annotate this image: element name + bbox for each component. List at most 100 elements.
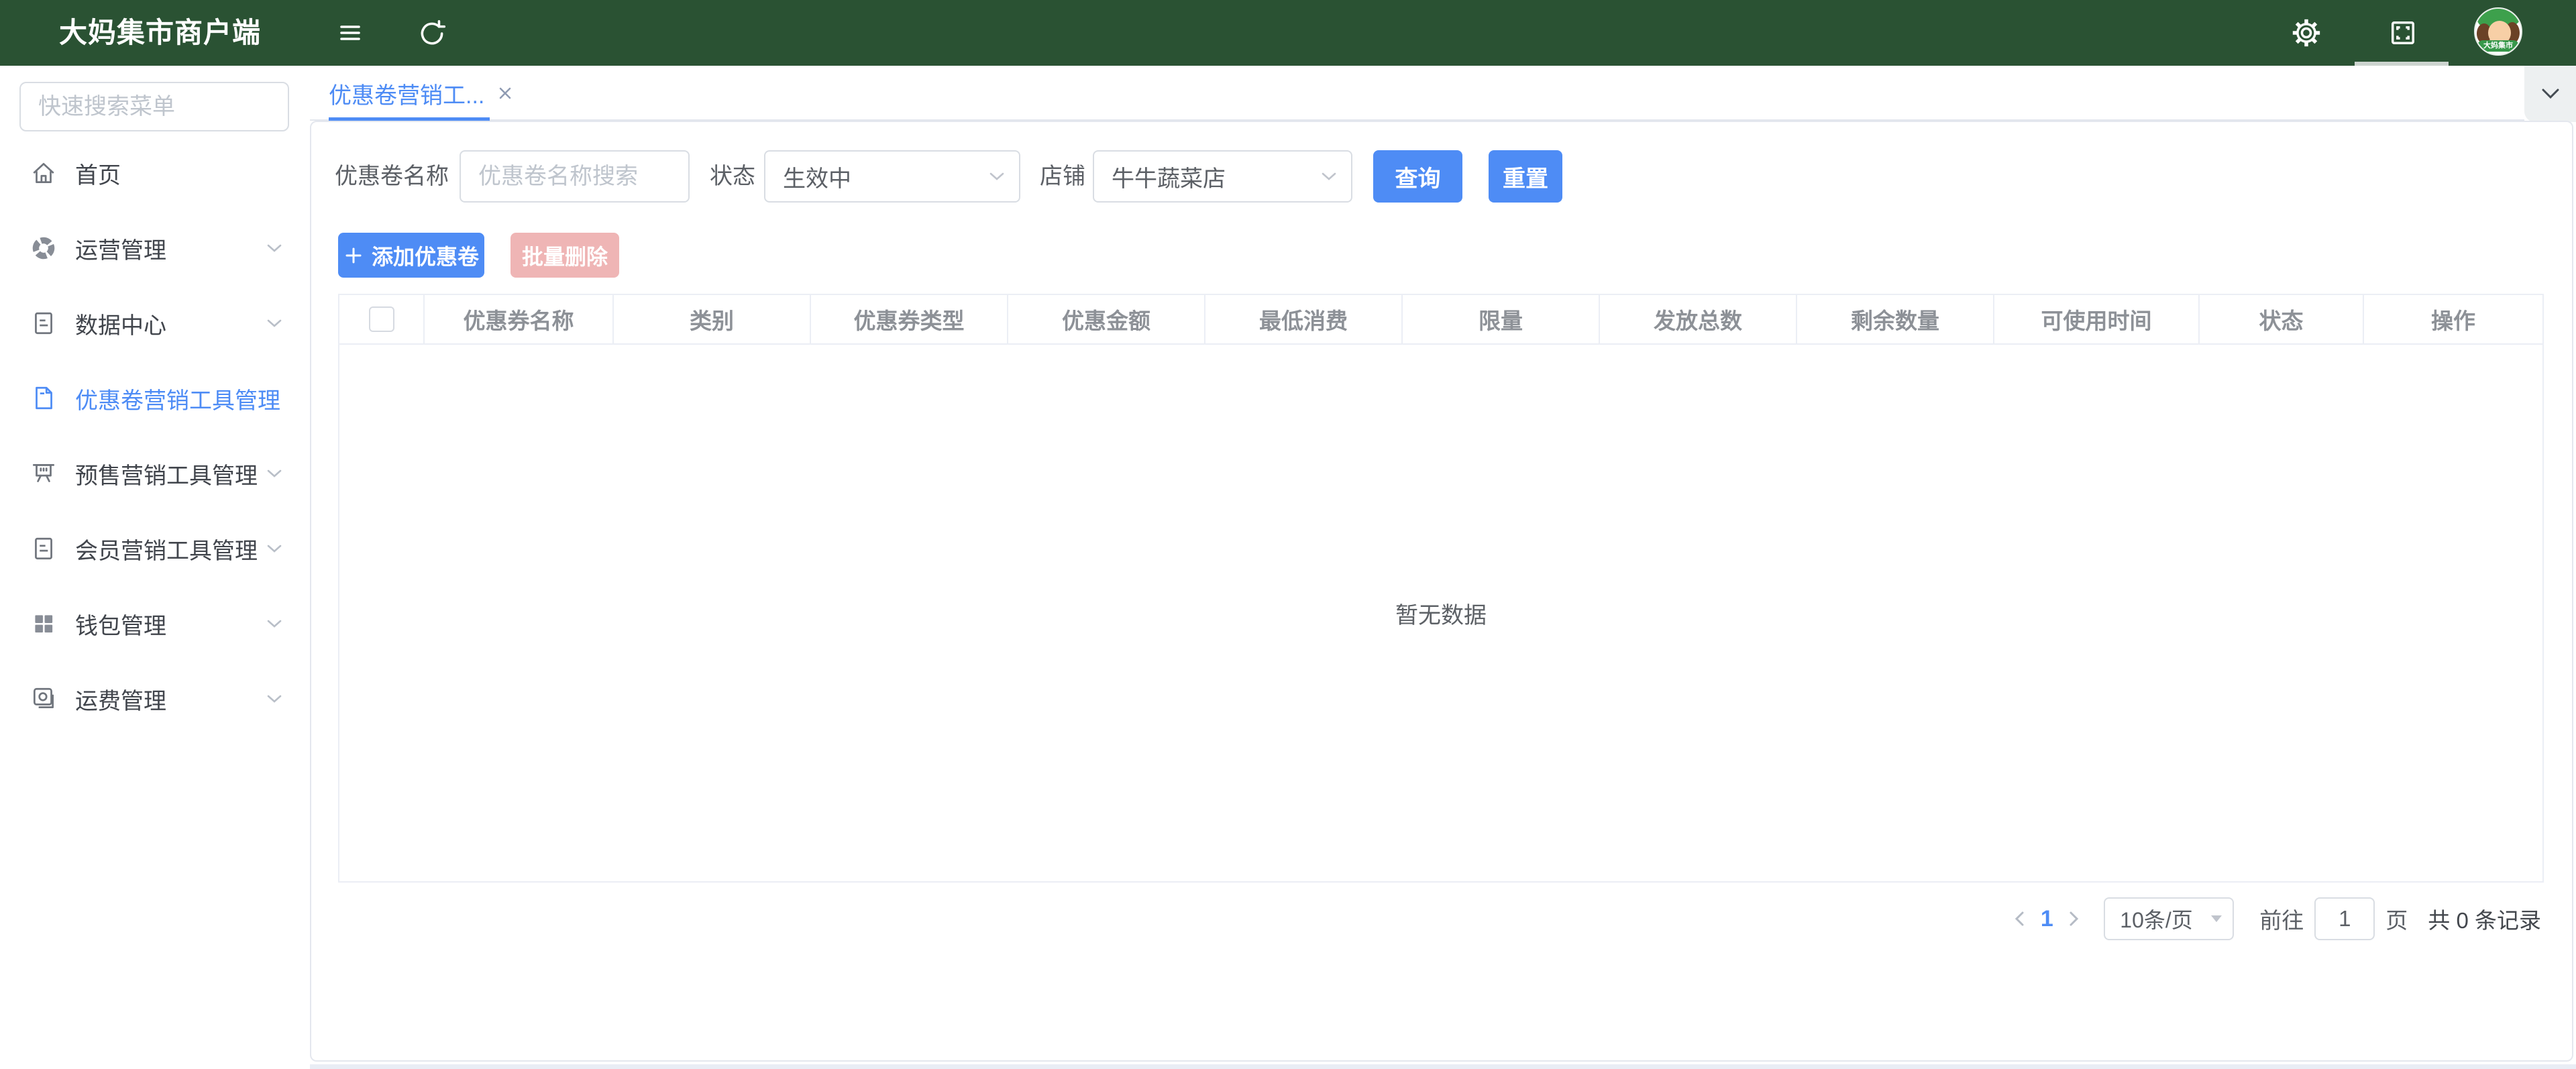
page-size-value: 10条/页	[2105, 903, 2193, 934]
sidebar-item-label: 优惠卷营销工具管理	[75, 382, 280, 415]
refresh-button[interactable]	[413, 0, 451, 66]
sidebar-item-home[interactable]: 首页	[0, 135, 310, 211]
table-header-cell: 最低消费	[1205, 295, 1403, 343]
table-header-cell: 操作	[2364, 295, 2542, 343]
table-header-cell: 优惠金额	[1008, 295, 1205, 343]
caret-down-icon	[2211, 915, 2222, 922]
status-select[interactable]: 生效中	[764, 150, 1020, 203]
sidebar-item-data-center[interactable]: 数据中心	[0, 286, 310, 361]
table-header-row: 优惠券名称 类别 优惠券类型 优惠金额 最低消费 限量 发放总数 剩余数量 可使…	[339, 295, 2542, 345]
tab-close-icon[interactable]	[496, 85, 514, 102]
chevron-left-icon	[2011, 909, 2029, 929]
plus-icon	[343, 245, 364, 266]
total-records-text: 共 0 条记录	[2428, 903, 2541, 935]
chevron-down-icon	[266, 243, 283, 254]
sidebar-item-member-tools[interactable]: 会员营销工具管理	[0, 511, 310, 586]
coupon-name-label: 优惠卷名称	[335, 150, 449, 203]
sidebar-menu: 首页 运营管理 数据中心 优惠卷营销工具管理 预售营销工具管理	[0, 135, 310, 736]
reset-button[interactable]: 重置	[1489, 150, 1562, 203]
bulk-delete-button[interactable]: 批量删除	[511, 233, 619, 278]
sidebar-item-label: 钱包管理	[75, 608, 166, 640]
add-coupon-button[interactable]: 添加优惠卷	[338, 233, 484, 278]
home-icon	[30, 159, 58, 187]
tab-coupon-tools[interactable]: 优惠卷营销工...	[329, 66, 490, 121]
tabbar-collapse-button[interactable]	[2524, 66, 2576, 122]
refresh-icon	[417, 17, 447, 48]
app-root: 大妈集市商户端 大妈集市 首页	[0, 0, 2576, 1069]
table-header-cell: 剩余数量	[1797, 295, 1994, 343]
member-doc-icon	[30, 534, 58, 563]
chevron-down-icon	[266, 543, 283, 554]
hamburger-icon	[335, 18, 365, 48]
settings-button[interactable]	[2288, 0, 2325, 66]
sidebar: 首页 运营管理 数据中心 优惠卷营销工具管理 预售营销工具管理	[0, 66, 310, 1069]
table-empty-body: 暂无数据	[339, 345, 2542, 881]
coupon-name-input[interactable]	[460, 150, 690, 203]
sidebar-item-label: 运费管理	[75, 683, 166, 716]
select-all-checkbox[interactable]	[369, 306, 394, 332]
page-unit-label: 页	[2385, 903, 2408, 935]
avatar-brand-label: 大妈集市	[2477, 40, 2519, 52]
tab-bar: 优惠卷营销工...	[310, 66, 2524, 121]
coupon-table: 优惠券名称 类别 优惠券类型 优惠金额 最低消费 限量 发放总数 剩余数量 可使…	[338, 294, 2544, 883]
presale-board-icon	[30, 459, 58, 488]
chevron-down-icon	[266, 468, 283, 479]
pagination: 1 10条/页 前往 页 共 0 条记录	[2008, 897, 2541, 940]
page-number-1[interactable]: 1	[2031, 906, 2062, 932]
chevron-down-icon	[2539, 87, 2562, 101]
sidebar-item-freight[interactable]: 运费管理	[0, 661, 310, 736]
sidebar-item-label: 预售营销工具管理	[75, 457, 258, 490]
table-header-cell: 类别	[614, 295, 811, 343]
fullscreen-button[interactable]	[2383, 0, 2423, 66]
shop-select-value: 牛牛蔬菜店	[1094, 160, 1226, 193]
shop-label: 店铺	[1040, 150, 1085, 203]
table-header-cell: 优惠券名称	[425, 295, 614, 343]
user-avatar[interactable]: 大妈集市	[2474, 7, 2522, 56]
sidebar-item-label: 会员营销工具管理	[75, 532, 258, 565]
chevron-down-icon	[1320, 171, 1338, 182]
table-header-cell: 可使用时间	[1994, 295, 2200, 343]
sidebar-item-presale-tools[interactable]: 预售营销工具管理	[0, 436, 310, 511]
sidebar-toggle-button[interactable]	[333, 0, 368, 66]
table-header-cell: 优惠券类型	[811, 295, 1008, 343]
sidebar-item-coupon-tools[interactable]: 优惠卷营销工具管理	[0, 361, 310, 436]
prev-page-button[interactable]	[2008, 897, 2031, 940]
chevron-down-icon	[988, 171, 1006, 182]
tab-label: 优惠卷营销工...	[329, 77, 484, 110]
content-card: 优惠卷名称 状态 生效中 店铺 牛牛蔬菜店 查询 重置 添加优惠卷 批量删除	[310, 121, 2573, 1062]
chevron-down-icon	[266, 693, 283, 704]
app-title: 大妈集市商户端	[59, 0, 261, 66]
operations-icon	[30, 234, 58, 262]
select-all-cell	[339, 295, 425, 343]
goto-page-input[interactable]	[2314, 897, 2375, 940]
freight-icon	[30, 685, 58, 713]
add-coupon-label: 添加优惠卷	[372, 240, 479, 271]
empty-state-text: 暂无数据	[1395, 597, 1487, 630]
goto-label: 前往	[2259, 903, 2304, 935]
coupon-file-icon	[30, 384, 58, 412]
sidebar-item-label: 运营管理	[75, 232, 166, 265]
shop-select[interactable]: 牛牛蔬菜店	[1093, 150, 1352, 203]
app-header: 大妈集市商户端 大妈集市	[0, 0, 2576, 66]
wallet-grid-icon	[30, 610, 58, 638]
query-button[interactable]: 查询	[1373, 150, 1462, 203]
sidebar-item-operations[interactable]: 运营管理	[0, 211, 310, 286]
status-label: 状态	[710, 150, 755, 203]
sidebar-search-input[interactable]	[19, 82, 289, 131]
chevron-down-icon	[266, 618, 283, 629]
data-center-icon	[30, 309, 58, 337]
chevron-right-icon	[2065, 909, 2082, 929]
status-select-value: 生效中	[765, 160, 851, 193]
gear-icon	[2290, 17, 2322, 49]
table-header-cell: 发放总数	[1600, 295, 1797, 343]
main-content: 优惠卷营销工... 优惠卷名称 状态 生效中 店铺 牛牛蔬菜店	[310, 66, 2576, 1069]
bottom-background-strip	[310, 1064, 2576, 1069]
chevron-down-icon	[266, 318, 283, 329]
sidebar-item-wallet[interactable]: 钱包管理	[0, 586, 310, 661]
sidebar-item-label: 数据中心	[75, 307, 166, 340]
sidebar-item-label: 首页	[75, 157, 121, 190]
fullscreen-icon	[2387, 17, 2419, 49]
page-size-select[interactable]: 10条/页	[2104, 897, 2234, 940]
table-header-cell: 状态	[2200, 295, 2364, 343]
next-page-button[interactable]	[2062, 897, 2085, 940]
